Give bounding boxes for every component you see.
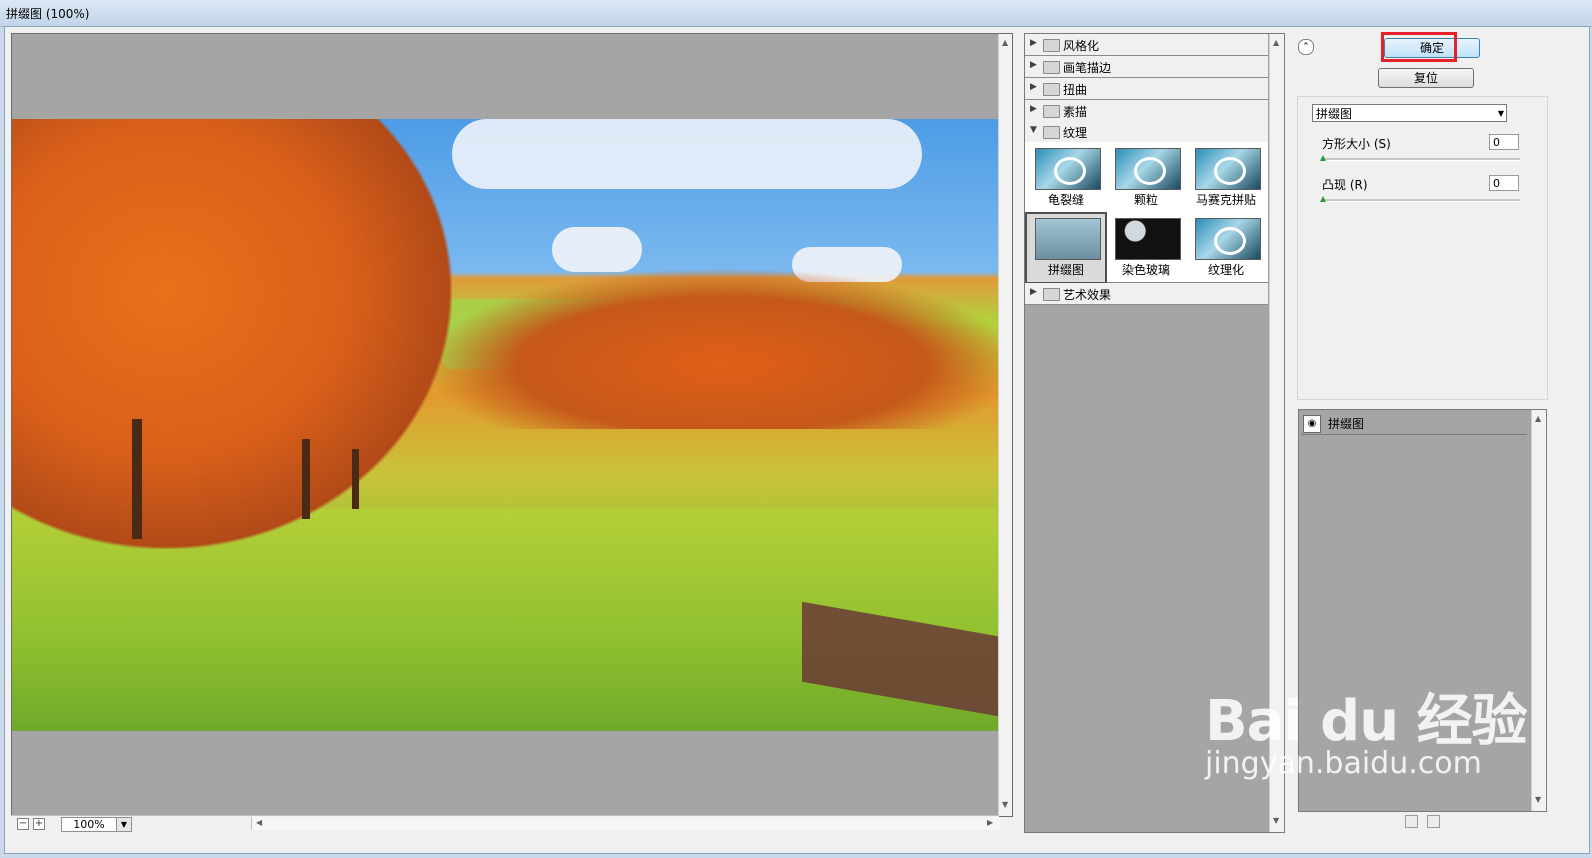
zoom-in-button[interactable]: + bbox=[33, 818, 45, 830]
filter-preview-thumbnail bbox=[1035, 148, 1101, 190]
zoom-out-button[interactable]: − bbox=[17, 818, 29, 830]
category-label: 纹理 bbox=[1063, 126, 1088, 140]
category-sketch[interactable]: ▶ 素描 bbox=[1025, 100, 1268, 122]
folder-icon bbox=[1043, 39, 1060, 52]
scroll-up-icon[interactable]: ▲ bbox=[1002, 38, 1008, 47]
thumb-patchwork[interactable]: 拼缀图 bbox=[1025, 212, 1107, 284]
cloud-shape bbox=[552, 227, 642, 272]
scroll-down-icon[interactable]: ▼ bbox=[1273, 816, 1279, 825]
category-label: 素描 bbox=[1063, 105, 1088, 119]
category-label: 风格化 bbox=[1063, 39, 1100, 53]
folder-icon bbox=[1043, 61, 1060, 74]
ok-highlight-box bbox=[1381, 32, 1457, 62]
folder-open-icon bbox=[1043, 126, 1060, 139]
baidu-watermark: Bai du 经验 jingyan.baidu.com bbox=[1205, 676, 1528, 781]
thumb-craquelure[interactable]: 龟裂缝 bbox=[1027, 144, 1105, 212]
trees-shape bbox=[12, 119, 452, 549]
thumb-stained-glass[interactable]: 染色玻璃 bbox=[1107, 214, 1185, 282]
category-label: 扭曲 bbox=[1063, 83, 1088, 97]
watermark-logo: Bai du 经验 bbox=[1205, 689, 1528, 754]
thumb-label: 龟裂缝 bbox=[1047, 193, 1084, 207]
window-title: 拼缀图 (100%) bbox=[6, 7, 90, 21]
cloud-shape bbox=[452, 119, 922, 189]
filter-preview-thumbnail bbox=[1115, 218, 1181, 260]
scroll-down-icon[interactable]: ▼ bbox=[1535, 795, 1541, 804]
category-brush-strokes[interactable]: ▶ 画笔描边 bbox=[1025, 56, 1268, 78]
expand-triangle-icon[interactable]: ▶ bbox=[1030, 38, 1037, 48]
zoom-bar: − + 100% ▼ ◀ ▶ bbox=[11, 815, 1000, 832]
preview-vertical-scrollbar[interactable]: ▲ ▼ bbox=[998, 34, 1012, 816]
relief-label: 凸现 (R) bbox=[1322, 178, 1368, 192]
thumb-label: 纹理化 bbox=[1207, 263, 1244, 277]
expand-triangle-icon[interactable]: ▶ bbox=[1030, 104, 1037, 114]
category-distort[interactable]: ▶ 扭曲 bbox=[1025, 78, 1268, 100]
preview-image bbox=[12, 119, 998, 731]
scroll-up-icon[interactable]: ▲ bbox=[1535, 414, 1541, 423]
category-label: 艺术效果 bbox=[1063, 288, 1112, 302]
effect-layer-name: 拼缀图 bbox=[1328, 417, 1365, 431]
window-titlebar: 拼缀图 (100%) bbox=[0, 0, 1592, 27]
reset-button[interactable]: 复位 bbox=[1378, 68, 1474, 88]
trunk-shape bbox=[352, 449, 359, 509]
square-size-field[interactable]: 0 bbox=[1489, 134, 1519, 150]
filter-select-value: 拼缀图 bbox=[1316, 107, 1353, 121]
expand-triangle-icon[interactable]: ▶ bbox=[1030, 287, 1037, 297]
expand-triangle-icon[interactable]: ▶ bbox=[1030, 60, 1037, 70]
scroll-left-icon[interactable]: ◀ bbox=[256, 818, 262, 827]
expand-triangle-icon[interactable]: ▶ bbox=[1030, 82, 1037, 92]
filter-preview-thumbnail bbox=[1195, 218, 1261, 260]
folder-icon bbox=[1043, 288, 1060, 301]
thumb-label: 染色玻璃 bbox=[1121, 263, 1170, 277]
thumb-grain[interactable]: 颗粒 bbox=[1107, 144, 1185, 212]
trees-shape bbox=[432, 269, 998, 429]
relief-field[interactable]: 0 bbox=[1489, 175, 1519, 191]
thumb-texturizer[interactable]: 纹理化 bbox=[1187, 214, 1265, 282]
chevron-down-icon[interactable]: ▼ bbox=[1498, 105, 1504, 123]
thumb-label: 颗粒 bbox=[1133, 193, 1158, 207]
category-label: 画笔描边 bbox=[1063, 61, 1112, 75]
thumb-mosaic-tiles[interactable]: 马赛克拼贴 bbox=[1187, 144, 1265, 212]
eye-visibility-icon[interactable]: ◉ bbox=[1303, 415, 1321, 433]
relief-slider[interactable] bbox=[1320, 196, 1520, 202]
preview-horizontal-scrollbar[interactable]: ◀ ▶ bbox=[251, 817, 1000, 830]
trunk-shape bbox=[132, 419, 142, 539]
category-artistic[interactable]: ▶ 艺术效果 bbox=[1025, 283, 1268, 305]
collapse-triangle-icon[interactable]: ▼ bbox=[1030, 125, 1037, 135]
filter-select[interactable]: 拼缀图 ▼ bbox=[1312, 104, 1507, 122]
layers-scrollbar[interactable]: ▲ ▼ bbox=[1531, 410, 1546, 811]
effect-layer-row[interactable]: ◉ 拼缀图 bbox=[1301, 412, 1527, 435]
square-size-slider[interactable] bbox=[1320, 155, 1520, 161]
square-size-label: 方形大小 (S) bbox=[1322, 137, 1391, 151]
filter-preview-thumbnail bbox=[1115, 148, 1181, 190]
delete-effect-layer-icon[interactable] bbox=[1427, 815, 1440, 828]
filter-preview-thumbnail bbox=[1195, 148, 1261, 190]
trunk-shape bbox=[302, 439, 310, 519]
scroll-right-icon[interactable]: ▶ bbox=[987, 818, 993, 827]
texture-thumbnails: 龟裂缝 颗粒 马赛克拼贴 拼缀图 染色玻璃 纹理化 bbox=[1025, 142, 1268, 284]
folder-icon bbox=[1043, 83, 1060, 96]
filter-preview-thumbnail bbox=[1035, 218, 1101, 260]
new-effect-layer-icon[interactable] bbox=[1405, 815, 1418, 828]
scroll-up-icon[interactable]: ▲ bbox=[1273, 38, 1279, 47]
folder-icon bbox=[1043, 105, 1060, 118]
thumb-label: 拼缀图 bbox=[1047, 263, 1084, 277]
collapse-gallery-icon[interactable]: ⌃ bbox=[1298, 39, 1314, 55]
category-texture[interactable]: ▼ 纹理 bbox=[1025, 121, 1268, 143]
watermark-url: jingyan.baidu.com bbox=[1205, 746, 1482, 781]
thumb-label: 马赛克拼贴 bbox=[1195, 193, 1256, 207]
zoom-dropdown-icon[interactable]: ▼ bbox=[116, 817, 132, 832]
scroll-down-icon[interactable]: ▼ bbox=[1002, 800, 1008, 809]
zoom-level-field[interactable]: 100% bbox=[61, 817, 117, 832]
preview-pane[interactable]: ▲ ▼ bbox=[11, 33, 1013, 817]
category-stylize[interactable]: ▶ 风格化 bbox=[1025, 34, 1268, 56]
